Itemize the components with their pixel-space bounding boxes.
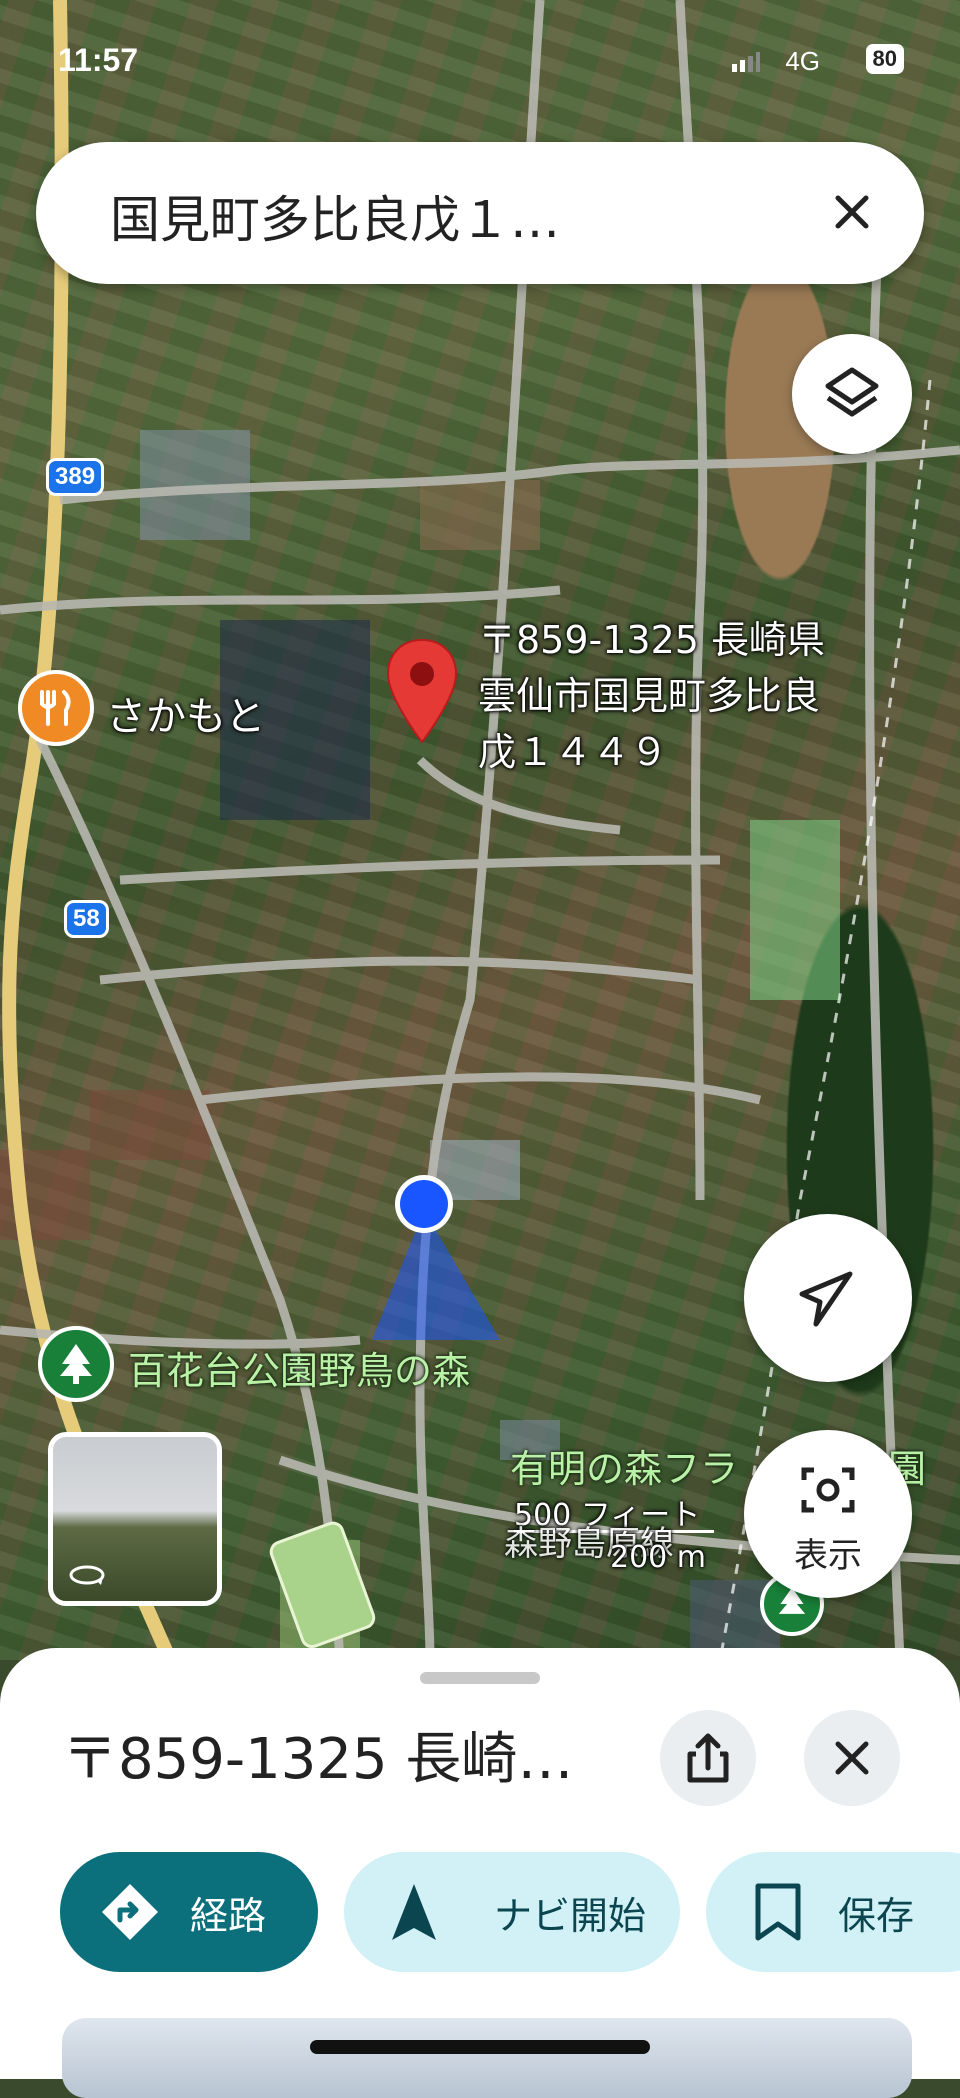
search-bar[interactable]: 国見町多比良戊１… xyxy=(36,142,924,284)
directions-icon xyxy=(102,1884,158,1940)
place-bottom-sheet[interactable]: 〒859-1325 長崎… 経路 ナビ開始 保存 xyxy=(0,1648,960,2098)
scale-meters: 200 m xyxy=(610,1540,707,1575)
sheet-drag-handle[interactable] xyxy=(420,1672,540,1684)
restaurant-label[interactable]: さかもと xyxy=(106,684,265,742)
rotate-360-icon xyxy=(69,1565,105,1585)
share-icon xyxy=(687,1733,729,1783)
marker-address-line-2: 雲仙市国見町多比良 xyxy=(478,674,821,718)
my-location-button[interactable] xyxy=(744,1214,912,1382)
signal-icon xyxy=(732,52,760,72)
marker-address-line-3: 戊１４４９ xyxy=(478,730,669,774)
lens-view-button[interactable]: 表示 xyxy=(744,1430,912,1598)
layers-icon xyxy=(825,367,879,417)
status-time: 11:57 xyxy=(58,42,139,78)
fork-knife-icon xyxy=(40,690,71,726)
park-label[interactable]: 百花台公園野鳥の森 xyxy=(128,1340,470,1395)
park-poi[interactable] xyxy=(38,1326,114,1402)
close-icon[interactable] xyxy=(822,182,882,242)
street-view-thumbnail[interactable] xyxy=(48,1432,222,1606)
directions-label: 経路 xyxy=(190,1893,267,1938)
search-query: 国見町多比良戊１… xyxy=(110,191,560,249)
map-view[interactable]: 11:57 4G 80 国見町多比良戊１… 389 58 さかもと 〒859-1… xyxy=(0,0,960,1660)
battery-level: 80 xyxy=(865,44,904,74)
share-button[interactable] xyxy=(660,1710,756,1806)
layers-button[interactable] xyxy=(792,334,912,454)
lens-label: 表示 xyxy=(794,1536,862,1576)
home-indicator xyxy=(310,2040,650,2054)
place-photo-strip[interactable] xyxy=(62,2018,912,2098)
close-icon xyxy=(835,1741,869,1775)
sheet-close-button[interactable] xyxy=(804,1710,900,1806)
save-label: 保存 xyxy=(838,1893,915,1938)
directions-button[interactable]: 経路 xyxy=(60,1852,318,1972)
marker-address-line-1: 〒859-1325 長崎県 xyxy=(478,618,826,662)
start-navigation-label: ナビ開始 xyxy=(494,1893,647,1938)
status-bar: 11:57 4G 80 xyxy=(0,0,960,120)
save-button[interactable]: 保存 xyxy=(706,1852,960,1972)
start-navigation-button[interactable]: ナビ開始 xyxy=(344,1852,680,1972)
navigation-arrow-icon xyxy=(392,1884,436,1940)
camera-scan-icon xyxy=(801,1467,855,1513)
network-type: 4G xyxy=(785,46,820,76)
bookmark-icon xyxy=(755,1883,801,1941)
navigation-arrow-icon xyxy=(799,1271,853,1327)
garden-label[interactable]: 有明の森フラ xyxy=(510,1438,738,1493)
place-title: 〒859-1325 長崎… xyxy=(62,1727,574,1792)
my-location-dot xyxy=(395,1175,453,1233)
tree-icon xyxy=(60,1344,92,1384)
route-shield-58: 58 xyxy=(64,900,109,938)
restaurant-poi[interactable] xyxy=(18,670,94,746)
marker-address-label: 〒859-1325 長崎県 雲仙市国見町多比良 戊１４４９ xyxy=(478,612,825,780)
location-pin-icon[interactable] xyxy=(384,636,460,746)
route-shield-389: 389 xyxy=(46,458,105,496)
